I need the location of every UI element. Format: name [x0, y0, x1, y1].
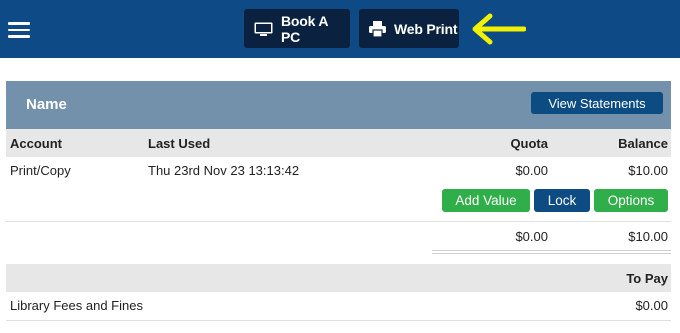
web-print-button[interactable]: Web Print: [359, 9, 459, 48]
section-title: Name: [26, 96, 67, 113]
book-pc-label: Book A PC: [281, 12, 328, 45]
totals-divider-bottom: [432, 253, 671, 254]
fees-amount: $0.00: [635, 298, 668, 313]
totals-divider-top: [432, 250, 671, 251]
lock-button[interactable]: Lock: [534, 189, 590, 212]
row-divider: [6, 320, 671, 321]
account-name: Print/Copy: [10, 163, 71, 178]
last-used-value: Thu 23rd Nov 23 13:13:42: [148, 163, 300, 178]
web-print-label: Web Print: [394, 20, 458, 37]
view-statements-button[interactable]: View Statements: [531, 92, 663, 114]
column-header-account: Account: [10, 136, 62, 151]
fees-label: Library Fees and Fines: [10, 298, 143, 313]
book-pc-button[interactable]: Book A PC: [244, 9, 350, 48]
column-header-quota: Quota: [510, 136, 548, 151]
yellow-arrow-icon: [472, 13, 526, 45]
monitor-icon: [254, 22, 273, 36]
hamburger-menu-icon[interactable]: [8, 22, 30, 38]
column-header-last-used: Last Used: [148, 136, 211, 151]
balance-value: $10.00: [628, 163, 668, 178]
row-divider: [6, 221, 671, 222]
fees-header-row: To Pay: [6, 264, 671, 292]
top-navbar: Book A PC Web Print: [0, 0, 680, 58]
column-header-to-pay: To Pay: [626, 271, 668, 286]
column-header-balance: Balance: [618, 136, 668, 151]
total-quota: $0.00: [515, 229, 548, 244]
table-header-row: Account Last Used Quota Balance: [6, 129, 671, 157]
add-value-button[interactable]: Add Value: [442, 189, 530, 212]
total-balance: $10.00: [628, 229, 668, 244]
printer-icon: [369, 20, 386, 37]
quota-value: $0.00: [515, 163, 548, 178]
options-button[interactable]: Options: [594, 189, 668, 212]
